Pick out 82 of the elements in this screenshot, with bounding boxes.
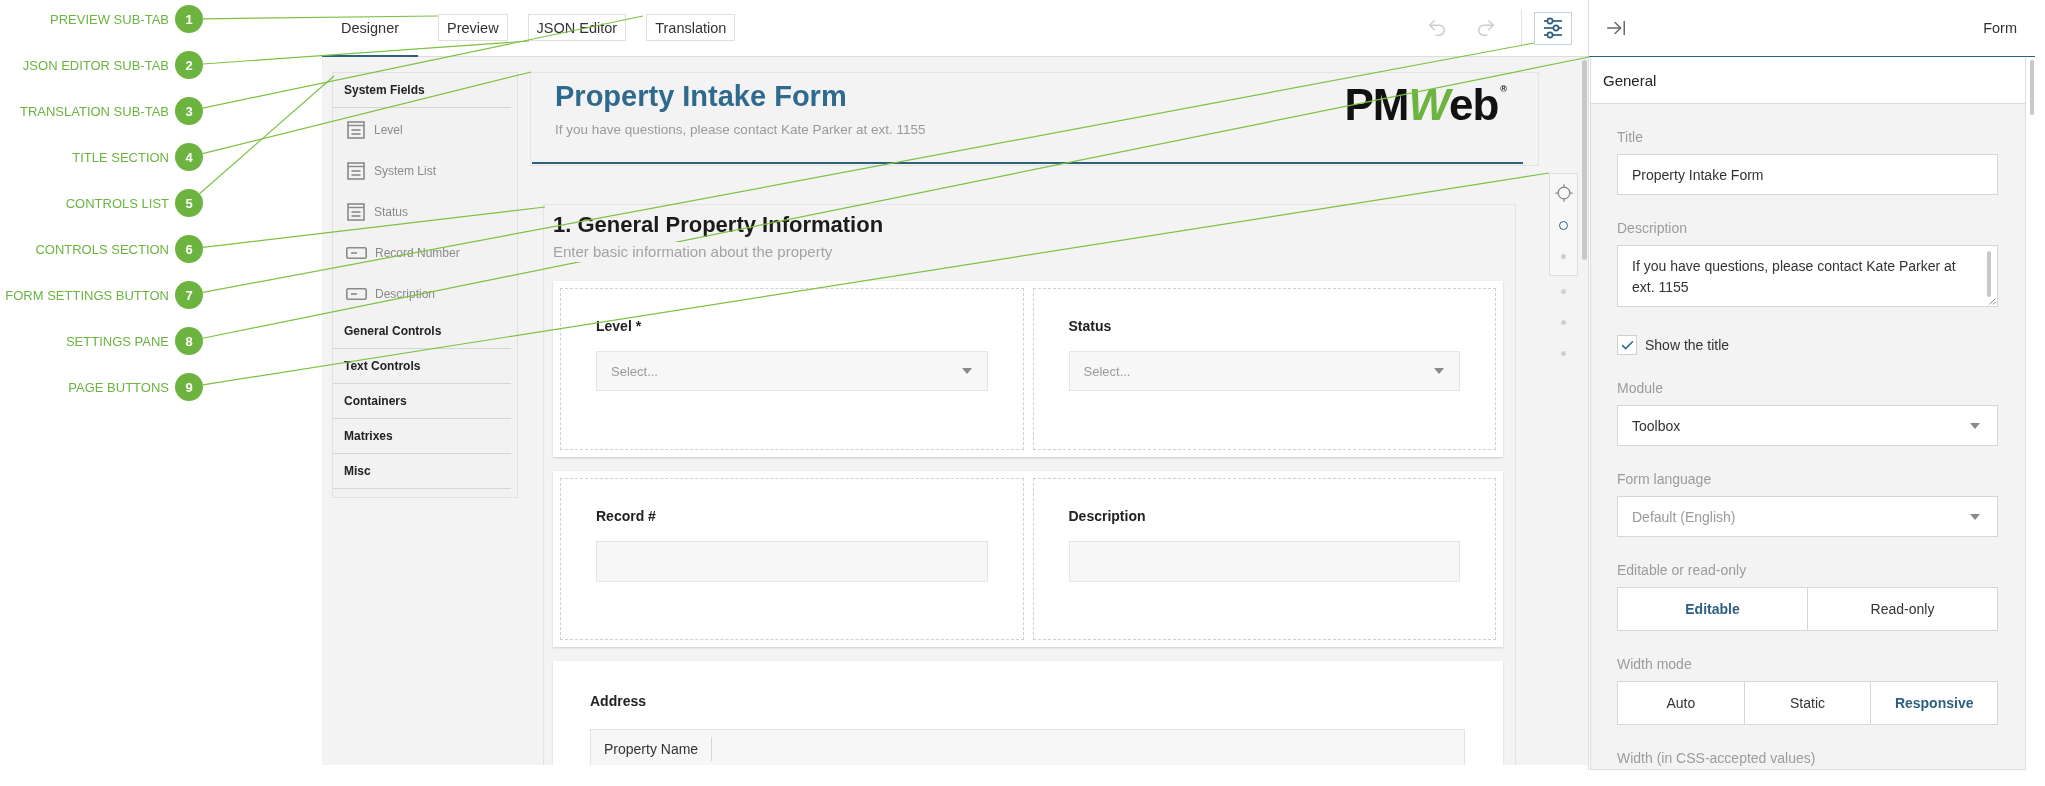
pane-title: Form — [1983, 20, 2017, 36]
form-title: Property Intake Form — [555, 79, 847, 113]
group-header[interactable]: Containers — [333, 384, 511, 419]
select-field[interactable]: Toolbox — [1617, 405, 1998, 446]
group-header[interactable]: Text Controls — [333, 349, 511, 384]
form-description: If you have questions, please contact Kate Parker at ext. 1155 — [555, 121, 926, 139]
field-label: Record # — [596, 507, 657, 526]
callout-badge: 1 — [175, 5, 203, 33]
list-field-icon — [346, 160, 366, 181]
tab[interactable]: Translation — [646, 14, 736, 41]
callout-label: FORM SETTINGS BUTTON — [5, 287, 169, 303]
callout-label: TITLE SECTION — [72, 149, 169, 165]
tab[interactable]: Preview — [438, 14, 508, 41]
text-field-icon — [346, 287, 367, 300]
page-dot[interactable] — [1561, 351, 1566, 356]
callout-badge: 9 — [175, 373, 203, 401]
sliders-icon — [1542, 17, 1564, 39]
callout-label: PAGE BUTTONS — [68, 379, 169, 395]
callout-badge: 4 — [175, 143, 203, 171]
callout-label: PREVIEW SUB-TAB — [50, 11, 169, 27]
caret-icon — [1434, 368, 1444, 374]
callout-badge: 8 — [175, 327, 203, 355]
field-label: Form language — [1617, 470, 1713, 489]
callout-badge: 7 — [175, 281, 203, 309]
redo-icon — [1475, 17, 1497, 39]
callout-label: JSON EDITOR SUB-TAB — [22, 57, 169, 73]
group-header[interactable]: Matrixes — [333, 419, 511, 454]
select-field[interactable]: Select... — [1068, 351, 1460, 391]
section-description: Enter basic information about the property — [553, 242, 833, 262]
callout-badge: 3 — [175, 97, 203, 125]
undo-icon — [1426, 17, 1448, 39]
text-input[interactable] — [1068, 541, 1460, 582]
crosshair-icon[interactable] — [1553, 183, 1574, 203]
checkbox[interactable] — [1617, 335, 1637, 355]
caret-icon — [961, 368, 972, 374]
page-dot[interactable] — [1559, 221, 1568, 230]
field-cell[interactable]: Record # — [560, 478, 1024, 640]
text-field-icon — [346, 246, 367, 259]
group-header[interactable]: Misc — [333, 454, 511, 489]
field-label: Description — [1068, 507, 1147, 526]
callout-badge: 6 — [175, 235, 203, 263]
field-label: Width mode — [1617, 655, 1693, 674]
callout-badge: 2 — [175, 51, 203, 79]
select-field[interactable]: Select... — [596, 351, 988, 391]
list-field-icon — [346, 201, 366, 222]
callout-badge: 5 — [175, 189, 203, 217]
field-cell[interactable]: Description — [1032, 478, 1496, 640]
scrollbar-thumb[interactable] — [1987, 251, 1991, 297]
checkbox-label: Show the title — [1645, 337, 1730, 353]
text-input[interactable]: Property Intake Form — [1617, 154, 1998, 195]
text-input[interactable] — [596, 541, 988, 582]
page-dot[interactable] — [1561, 289, 1566, 294]
select-field[interactable]: Default (English) — [1617, 496, 1998, 537]
field-label: Address — [590, 692, 648, 711]
page-dot[interactable] — [1561, 254, 1566, 259]
section-header[interactable]: General — [1591, 57, 2025, 104]
callout-label: CONTROLS SECTION — [35, 241, 169, 257]
textarea-field[interactable]: If you have questions, please contact Kate Parker at ext. 1155 — [1617, 245, 1998, 307]
field-label: Status — [1068, 317, 1113, 336]
column-header: Property Name — [591, 737, 713, 761]
group-header[interactable]: General Controls — [333, 314, 511, 349]
field-label: Level * — [596, 317, 643, 336]
caret-icon — [1970, 422, 1980, 429]
field-label: Module — [1617, 379, 1664, 398]
group-header[interactable]: System Fields — [333, 73, 511, 108]
caret-icon — [1970, 513, 1980, 520]
page-dot[interactable] — [1561, 320, 1566, 325]
callout-label: SETTINGS PANE — [65, 333, 169, 349]
scrollbar-thumb[interactable] — [1582, 60, 1587, 260]
list-field-icon — [346, 119, 366, 140]
field-label: Width (in CSS-accepted values) — [1617, 749, 1817, 768]
field-cell[interactable]: Level * Select... — [560, 288, 1024, 450]
callout-label: TRANSLATION SUB-TAB — [19, 103, 169, 119]
scrollbar-thumb[interactable] — [2030, 60, 2034, 115]
field-label: Editable or read-only — [1617, 561, 1748, 580]
callout-label: CONTROLS LIST — [65, 195, 169, 211]
field-label: Title — [1617, 128, 1644, 147]
settings-button[interactable] — [1534, 11, 1572, 45]
resize-grip-icon[interactable] — [1988, 297, 1996, 305]
field-cell[interactable]: Status Select... — [1032, 288, 1496, 450]
tab[interactable]: JSON Editor — [527, 14, 627, 41]
field-label: Description — [1617, 219, 1689, 238]
